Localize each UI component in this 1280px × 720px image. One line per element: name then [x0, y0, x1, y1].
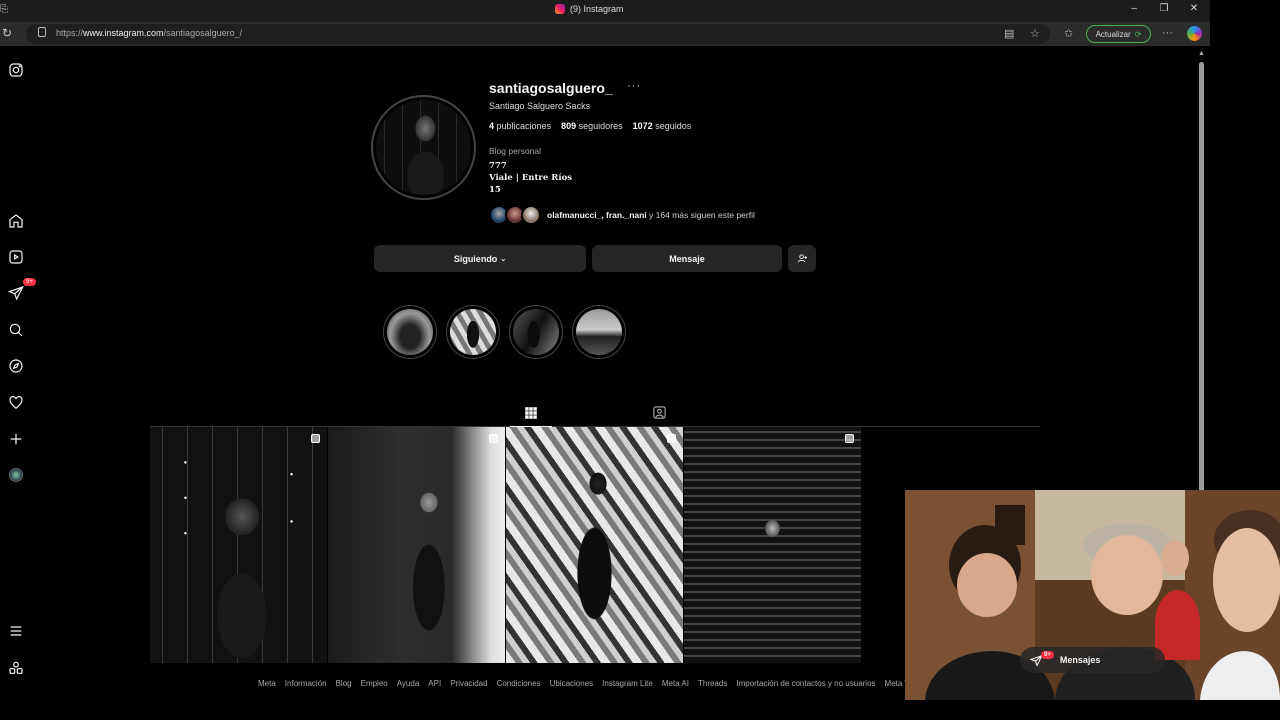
heart-icon[interactable]: [7, 394, 25, 412]
tab-title-text: (9) Instagram: [570, 4, 624, 14]
post-thumbnail[interactable]: [328, 427, 505, 663]
footer-link[interactable]: Condiciones: [497, 679, 541, 688]
home-icon[interactable]: [7, 212, 25, 230]
add-user-icon[interactable]: [788, 245, 816, 272]
story-highlight[interactable]: [572, 305, 626, 359]
scrollbar-thumb[interactable]: [1199, 62, 1204, 502]
footer-link[interactable]: Empleo: [361, 679, 388, 688]
profile-avatar-icon[interactable]: [7, 466, 25, 484]
create-plus-icon[interactable]: [7, 430, 25, 448]
post-thumbnail[interactable]: [684, 427, 861, 663]
explore-icon[interactable]: [7, 357, 25, 375]
posts-count: 4 publicaciones: [489, 121, 552, 131]
profile-category: Blog personal: [489, 146, 541, 156]
profile-picture[interactable]: [371, 95, 476, 200]
follower-avatar: [521, 205, 541, 225]
profile-bio: 777 Viale | Entre Ríos 15: [489, 161, 573, 195]
footer-link[interactable]: Threads: [698, 679, 727, 688]
post-thumbnail[interactable]: [506, 427, 683, 663]
messages-floating-button[interactable]: 9+ Mensajes: [1020, 647, 1165, 673]
profile-stats: 4 publicaciones 809 seguidores 1072 segu…: [489, 121, 691, 131]
instagram-logo-icon[interactable]: [7, 61, 25, 79]
bottom-bar: [0, 700, 1280, 720]
scroll-up-icon[interactable]: ▲: [1198, 50, 1205, 57]
followers-link[interactable]: 809 seguidores: [561, 121, 623, 131]
update-icon: ⟳: [1134, 29, 1142, 39]
restore-icon[interactable]: ❐: [1156, 3, 1172, 14]
messages-icon[interactable]: 9+: [7, 278, 36, 302]
footer-link[interactable]: Privacidad: [450, 679, 487, 688]
menu-icon[interactable]: [7, 622, 25, 640]
post-thumbnail[interactable]: [150, 427, 327, 663]
messages-badge: 9+: [1041, 651, 1054, 659]
tab-posts[interactable]: [510, 400, 552, 427]
followed-by[interactable]: olafmanucci_, fran._nani y 164 más sigue…: [489, 205, 755, 225]
close-icon[interactable]: ✕: [1186, 3, 1202, 14]
following-link[interactable]: 1072 seguidos: [633, 121, 692, 131]
message-button[interactable]: Mensaje: [592, 245, 782, 272]
window-menu-icon[interactable]: ⎘: [0, 4, 8, 15]
instagram-sidebar: 9+: [0, 46, 36, 700]
search-icon[interactable]: [7, 321, 25, 339]
profile-username: santiagosalguero_: [489, 80, 613, 96]
browser-addressbar: ↻ https://www.instagram.com/santiagosalg…: [0, 22, 1210, 46]
story-highlight[interactable]: [383, 305, 437, 359]
copilot-icon[interactable]: [1187, 26, 1202, 41]
footer-link[interactable]: Información: [285, 679, 327, 688]
carousel-icon: [667, 434, 676, 443]
carousel-icon: [489, 434, 498, 443]
grid-icon: [525, 407, 537, 419]
footer-link[interactable]: API: [428, 679, 441, 688]
update-button[interactable]: Actualizar ⟳: [1086, 25, 1151, 43]
footer-link[interactable]: Instagram Lite: [602, 679, 653, 688]
following-button[interactable]: Siguiendo ⌄: [374, 245, 586, 272]
more-options-icon[interactable]: ···: [627, 80, 641, 92]
minimize-icon[interactable]: –: [1126, 3, 1142, 14]
carousel-icon: [845, 434, 854, 443]
instagram-favicon-icon: [555, 4, 565, 14]
url-text[interactable]: https://www.instagram.com/santiagosalgue…: [56, 28, 242, 38]
tab-tagged[interactable]: [648, 400, 670, 424]
reader-mode-icon[interactable]: ▤: [1004, 27, 1014, 40]
browser-tab[interactable]: (9) Instagram: [555, 4, 624, 14]
footer-link[interactable]: Importación de contactos y no usuarios: [736, 679, 875, 688]
favorite-star-icon[interactable]: ☆: [1030, 27, 1040, 40]
followed-by-text: olafmanucci_, fran._nani y 164 más sigue…: [547, 210, 755, 220]
settings-more-icon[interactable]: ···: [1162, 27, 1173, 39]
footer-link[interactable]: Blog: [336, 679, 352, 688]
lock-icon[interactable]: [38, 27, 46, 37]
footer-links: Meta Información Blog Empleo Ayuda API Privaci…: [258, 679, 931, 688]
chevron-down-icon: ⌄: [500, 255, 507, 263]
reload-icon[interactable]: ↻: [2, 26, 12, 40]
footer-link[interactable]: Meta AI: [662, 679, 689, 688]
messages-label: Mensajes: [1059, 655, 1101, 665]
reels-icon[interactable]: [7, 248, 25, 266]
story-highlight[interactable]: [446, 305, 500, 359]
browser-titlebar: ⎘ (9) Instagram – ❐ ✕: [0, 0, 1210, 22]
favorites-icon[interactable]: ✩: [1064, 27, 1073, 40]
footer-link[interactable]: Ayuda: [397, 679, 420, 688]
footer-link[interactable]: Ubicaciones: [550, 679, 594, 688]
profile-full-name: Santiago Salguero Sacks: [489, 101, 591, 111]
notifications-badge: 9+: [23, 278, 36, 286]
carousel-icon: [311, 434, 320, 443]
story-highlight[interactable]: [509, 305, 563, 359]
tagged-icon: [652, 405, 666, 419]
footer-link[interactable]: Meta: [258, 679, 276, 688]
meta-apps-icon[interactable]: [7, 659, 25, 677]
